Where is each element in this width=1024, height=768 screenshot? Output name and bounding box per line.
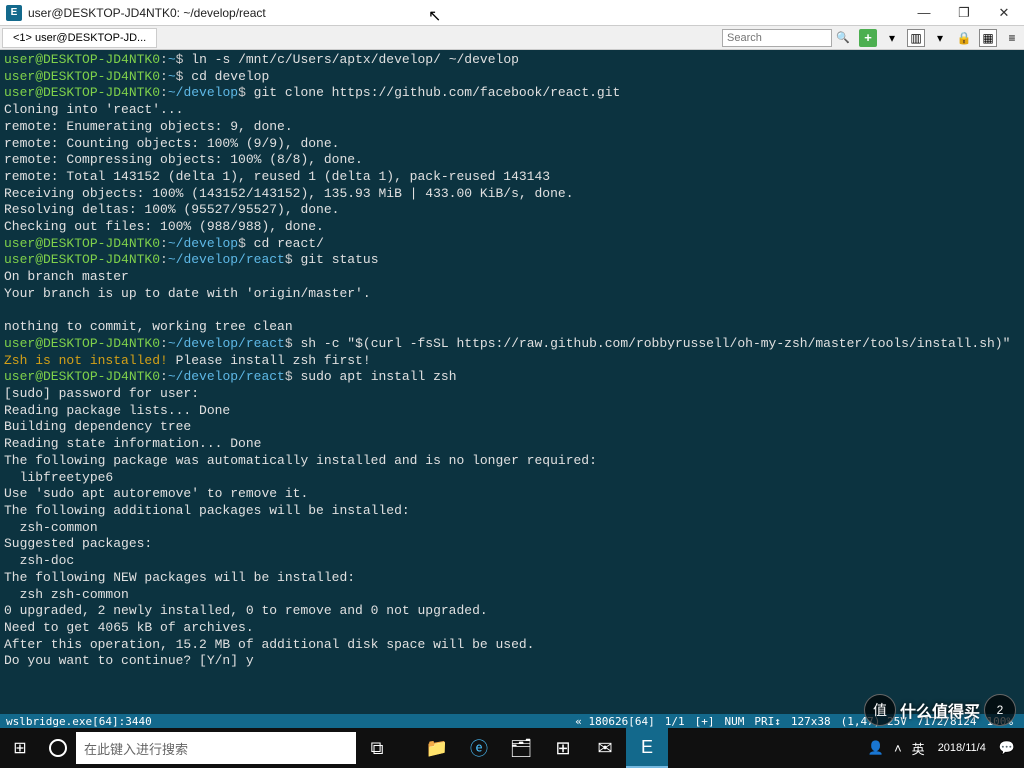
terminal-line: Do you want to continue? [Y/n] y	[4, 653, 1020, 670]
terminal-line: 0 upgraded, 2 newly installed, 0 to remo…	[4, 603, 1020, 620]
people-icon[interactable]: 👤	[868, 740, 884, 756]
terminal-line: zsh zsh-common	[4, 587, 1020, 604]
terminal-line: libfreetype6	[4, 470, 1020, 487]
dropdown-icon[interactable]: ▾	[883, 29, 901, 47]
tab-1[interactable]: <1> user@DESKTOP-JD...	[2, 28, 157, 48]
status-size: 127x38	[791, 715, 831, 728]
start-button[interactable]: ⊞	[0, 728, 40, 768]
search-input[interactable]	[722, 29, 832, 47]
status-pos: (1,47) 25V	[841, 715, 907, 728]
menu-dropdown-icon[interactable]: ▾	[931, 29, 949, 47]
terminal-line: user@DESKTOP-JD4NTK0:~/develop/react$ su…	[4, 369, 1020, 386]
taskbar-store-icon[interactable]: ⊞	[542, 728, 584, 768]
terminal-line: nothing to commit, working tree clean	[4, 319, 1020, 336]
window-title: user@DESKTOP-JD4NTK0: ~/develop/react	[28, 6, 904, 20]
status-pri: PRI↕	[754, 715, 781, 728]
status-mem: 7172/8124	[917, 715, 977, 728]
status-pages: 1/1	[665, 715, 685, 728]
terminal-line: Need to get 4065 kB of archives.	[4, 620, 1020, 637]
taskbar-edge-icon[interactable]: ⓔ	[458, 728, 500, 768]
taskbar-mail-icon[interactable]: ✉	[584, 728, 626, 768]
terminal-line: After this operation, 15.2 MB of additio…	[4, 637, 1020, 654]
notifications-icon[interactable]: 💬	[999, 740, 1015, 756]
grid-icon[interactable]: ▦	[979, 29, 997, 47]
taskbar: ⊞ 在此键入进行搜索 ⧉ 📁 ⓔ 🗂 ⊞ ✉ E 👤 ˄ 英 2018/11/4…	[0, 728, 1024, 768]
minimize-button[interactable]: —	[904, 0, 944, 26]
terminal-line: user@DESKTOP-JD4NTK0:~/develop$ git clon…	[4, 85, 1020, 102]
terminal-line: The following NEW packages will be insta…	[4, 570, 1020, 587]
terminal-line	[4, 303, 1020, 320]
tab-bar: <1> user@DESKTOP-JD... 🔍 + ▾ ▥ ▾ 🔒 ▦ ≡	[0, 26, 1024, 50]
terminal-line: Reading state information... Done	[4, 436, 1020, 453]
status-num: NUM	[725, 715, 745, 728]
window-controls: — ❐ ✕	[904, 0, 1024, 26]
taskbar-terminal-icon[interactable]: E	[626, 728, 668, 768]
status-session: « 180626[64]	[575, 715, 654, 728]
terminal-line: remote: Counting objects: 100% (9/9), do…	[4, 136, 1020, 153]
title-bar: E user@DESKTOP-JD4NTK0: ~/develop/react …	[0, 0, 1024, 26]
list-icon[interactable]: ≡	[1003, 29, 1021, 47]
ime-icon[interactable]: 英	[912, 739, 925, 758]
tray-up-icon[interactable]: ˄	[894, 741, 902, 756]
terminal-line: On branch master	[4, 269, 1020, 286]
terminal-line: user@DESKTOP-JD4NTK0:~$ cd develop	[4, 69, 1020, 86]
status-process: wslbridge.exe[64]:3440	[6, 715, 570, 728]
terminal-line: Building dependency tree	[4, 419, 1020, 436]
terminal-line: user@DESKTOP-JD4NTK0:~$ ln -s /mnt/c/Use…	[4, 52, 1020, 69]
terminal-line: remote: Total 143152 (delta 1), reused 1…	[4, 169, 1020, 186]
layout-icon[interactable]: ▥	[907, 29, 925, 47]
terminal-line: [sudo] password for user:	[4, 386, 1020, 403]
terminal-line: The following additional packages will b…	[4, 503, 1020, 520]
taskbar-folder-icon[interactable]: 📁	[416, 728, 458, 768]
new-tab-button[interactable]: +	[859, 29, 877, 47]
taskbar-explorer-icon[interactable]: 🗂	[500, 728, 542, 768]
status-bar: wslbridge.exe[64]:3440 « 180626[64] 1/1 …	[0, 714, 1024, 728]
search-icon[interactable]: 🔍	[834, 29, 852, 47]
terminal-line: Suggested packages:	[4, 536, 1020, 553]
maximize-button[interactable]: ❐	[944, 0, 984, 26]
close-button[interactable]: ✕	[984, 0, 1024, 26]
terminal-area[interactable]: user@DESKTOP-JD4NTK0:~$ ln -s /mnt/c/Use…	[0, 50, 1024, 714]
terminal-line: Cloning into 'react'...	[4, 102, 1020, 119]
app-icon: E	[6, 5, 22, 21]
terminal-line: remote: Compressing objects: 100% (8/8),…	[4, 152, 1020, 169]
terminal-line: remote: Enumerating objects: 9, done.	[4, 119, 1020, 136]
terminal-line: The following package was automatically …	[4, 453, 1020, 470]
status-plus: [+]	[695, 715, 715, 728]
cortana-icon[interactable]	[40, 730, 76, 766]
terminal-line: Checking out files: 100% (988/988), done…	[4, 219, 1020, 236]
terminal-line: user@DESKTOP-JD4NTK0:~/develop/react$ sh…	[4, 336, 1020, 353]
terminal-line: zsh-common	[4, 520, 1020, 537]
terminal-line: Reading package lists... Done	[4, 403, 1020, 420]
terminal-line: Zsh is not installed! Please install zsh…	[4, 353, 1020, 370]
terminal-line: Receiving objects: 100% (143152/143152),…	[4, 186, 1020, 203]
terminal-line: Resolving deltas: 100% (95527/95527), do…	[4, 202, 1020, 219]
terminal-line: zsh-doc	[4, 553, 1020, 570]
terminal-line: user@DESKTOP-JD4NTK0:~/develop$ cd react…	[4, 236, 1020, 253]
terminal-line: user@DESKTOP-JD4NTK0:~/develop/react$ gi…	[4, 252, 1020, 269]
status-pct: 100%	[987, 715, 1014, 728]
lock-icon[interactable]: 🔒	[955, 29, 973, 47]
taskbar-search[interactable]: 在此键入进行搜索	[76, 732, 356, 764]
system-tray: 👤 ˄ 英 2018/11/4 💬	[863, 739, 1024, 758]
tray-datetime[interactable]: 2018/11/4	[938, 742, 986, 755]
terminal-line: Your branch is up to date with 'origin/m…	[4, 286, 1020, 303]
terminal-line: Use 'sudo apt autoremove' to remove it.	[4, 486, 1020, 503]
task-view-icon[interactable]: ⧉	[356, 728, 398, 768]
